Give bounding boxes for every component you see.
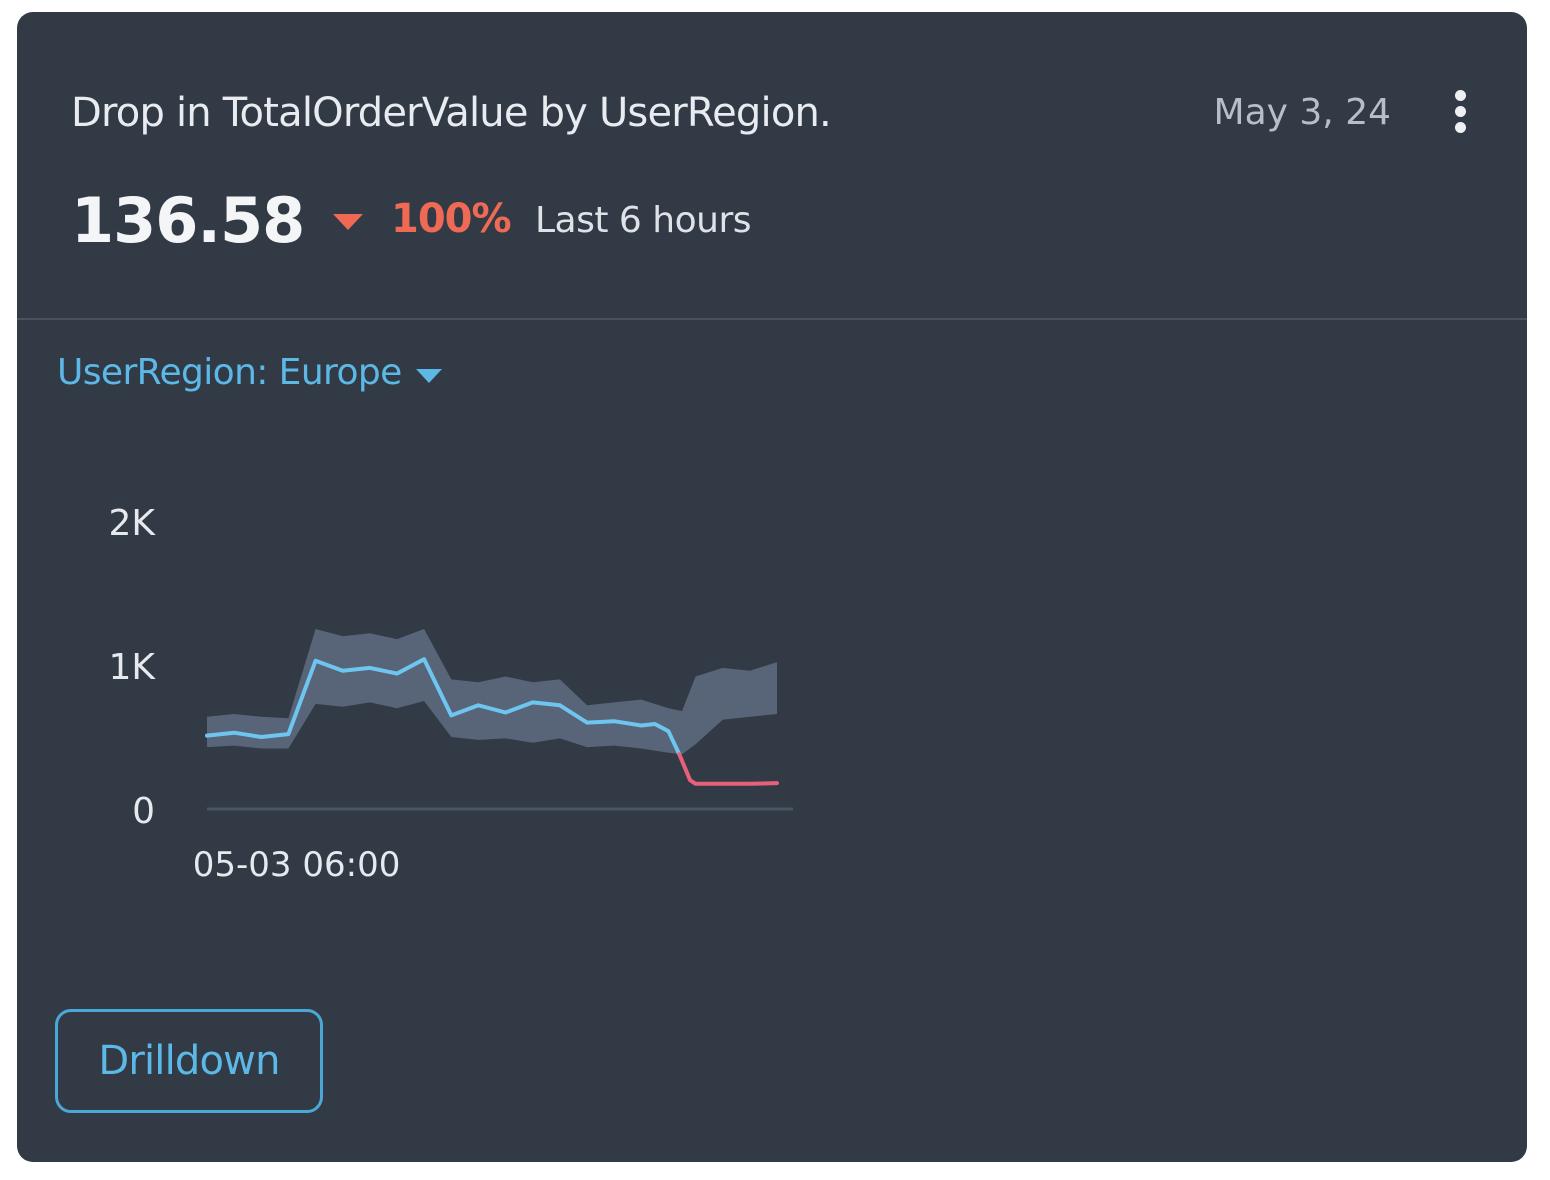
region-filter-label: UserRegion: Europe <box>57 352 402 393</box>
more-vertical-icon[interactable] <box>1441 84 1481 140</box>
caret-down-icon <box>415 368 442 383</box>
alert-date: May 3, 24 <box>1213 92 1391 133</box>
anomaly-value-line <box>677 752 779 786</box>
change-percent: 100% <box>391 196 512 242</box>
card-header: Drop in TotalOrderValue by UserRegion. M… <box>17 12 1527 320</box>
alert-card: Drop in TotalOrderValue by UserRegion. M… <box>17 12 1527 1162</box>
y-tick-label: 2K <box>108 503 156 544</box>
x-tick-label: 05-03 06:00 <box>193 845 401 885</box>
actual-value-line <box>205 657 682 757</box>
drilldown-button[interactable]: Drilldown <box>55 1009 323 1113</box>
region-filter-dropdown[interactable]: UserRegion: Europe <box>57 352 442 402</box>
y-tick-label: 0 <box>132 791 155 832</box>
alert-title: Drop in TotalOrderValue by UserRegion. <box>71 90 832 136</box>
time-period: Last 6 hours <box>535 200 752 241</box>
triangle-down-icon <box>333 214 363 230</box>
metric-value: 136.58 <box>71 184 305 257</box>
expected-range-band <box>207 629 777 755</box>
y-tick-label: 1K <box>108 647 156 688</box>
